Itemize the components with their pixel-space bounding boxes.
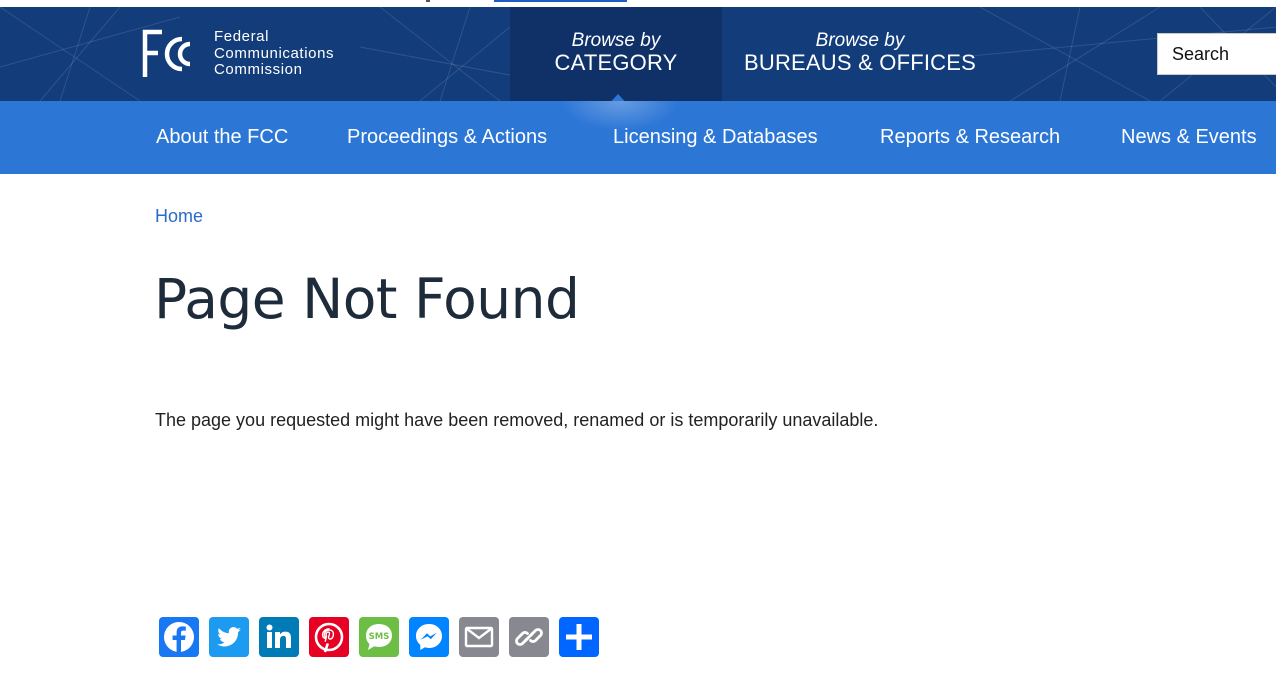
- top-strip-text-fragment: [426, 0, 430, 2]
- browse-bureaus-small-label: Browse by: [815, 30, 905, 51]
- linkedin-icon: [266, 624, 291, 648]
- facebook-icon: [164, 622, 194, 653]
- active-browse-pointer: [605, 94, 631, 101]
- error-message: The page you requested might have been r…: [155, 410, 879, 430]
- sms-share-button[interactable]: SMS: [359, 617, 399, 657]
- copy-link-icon: [515, 628, 543, 646]
- share-icon: [566, 624, 592, 650]
- fcc-logo-text: Federal Communications Commission: [214, 29, 334, 79]
- browse-by-bureaus-button[interactable]: Browse by BUREAUS & OFFICES: [722, 7, 998, 101]
- browse-category-small-label: Browse by: [571, 30, 661, 51]
- logo-text-line: Commission: [214, 61, 303, 79]
- nav-item-proceedings[interactable]: Proceedings & Actions: [347, 101, 547, 174]
- search-input[interactable]: [1157, 33, 1276, 75]
- sms-icon: SMS: [366, 624, 392, 650]
- email-share-button[interactable]: [459, 617, 499, 657]
- logo-text-line: Communications: [214, 44, 335, 62]
- browse-by-category-button[interactable]: Browse by CATEGORY: [510, 7, 722, 101]
- fcc-logo[interactable]: Federal Communications Commission: [142, 29, 334, 79]
- site-header: Federal Communications Commission Browse…: [0, 7, 1276, 101]
- top-strip: [0, 0, 1276, 7]
- share-button[interactable]: [559, 617, 599, 657]
- messenger-share-button[interactable]: [409, 617, 449, 657]
- nav-item-licensing[interactable]: Licensing & Databases: [613, 101, 818, 174]
- linkedin-share-button[interactable]: [259, 617, 299, 657]
- nav-item-news[interactable]: News & Events: [1121, 101, 1257, 174]
- messenger-icon: [416, 624, 442, 650]
- facebook-share-button[interactable]: [159, 617, 199, 657]
- page-title: Page Not Found: [154, 267, 580, 331]
- copy-link-share-button[interactable]: [509, 617, 549, 657]
- top-strip-link-fragment[interactable]: [494, 0, 627, 2]
- twitter-icon: [217, 627, 241, 647]
- twitter-share-button[interactable]: [209, 617, 249, 657]
- browse-bureaus-big-label: BUREAUS & OFFICES: [744, 50, 976, 75]
- pinterest-share-button[interactable]: [309, 617, 349, 657]
- sms-icon-label: SMS: [369, 632, 390, 642]
- logo-text-line: Federal: [214, 28, 270, 46]
- browse-category-big-label: CATEGORY: [554, 50, 678, 75]
- share-buttons: SMS: [159, 617, 599, 657]
- nav-item-about[interactable]: About the FCC: [156, 101, 288, 174]
- breadcrumb-home-link[interactable]: Home: [155, 206, 203, 227]
- main-nav: About the FCC Proceedings & Actions Lice…: [0, 101, 1276, 174]
- email-icon: [464, 626, 494, 648]
- fcc-logo-mark-icon: [142, 29, 191, 77]
- pinterest-icon: [314, 622, 344, 653]
- nav-item-reports[interactable]: Reports & Research: [880, 101, 1060, 174]
